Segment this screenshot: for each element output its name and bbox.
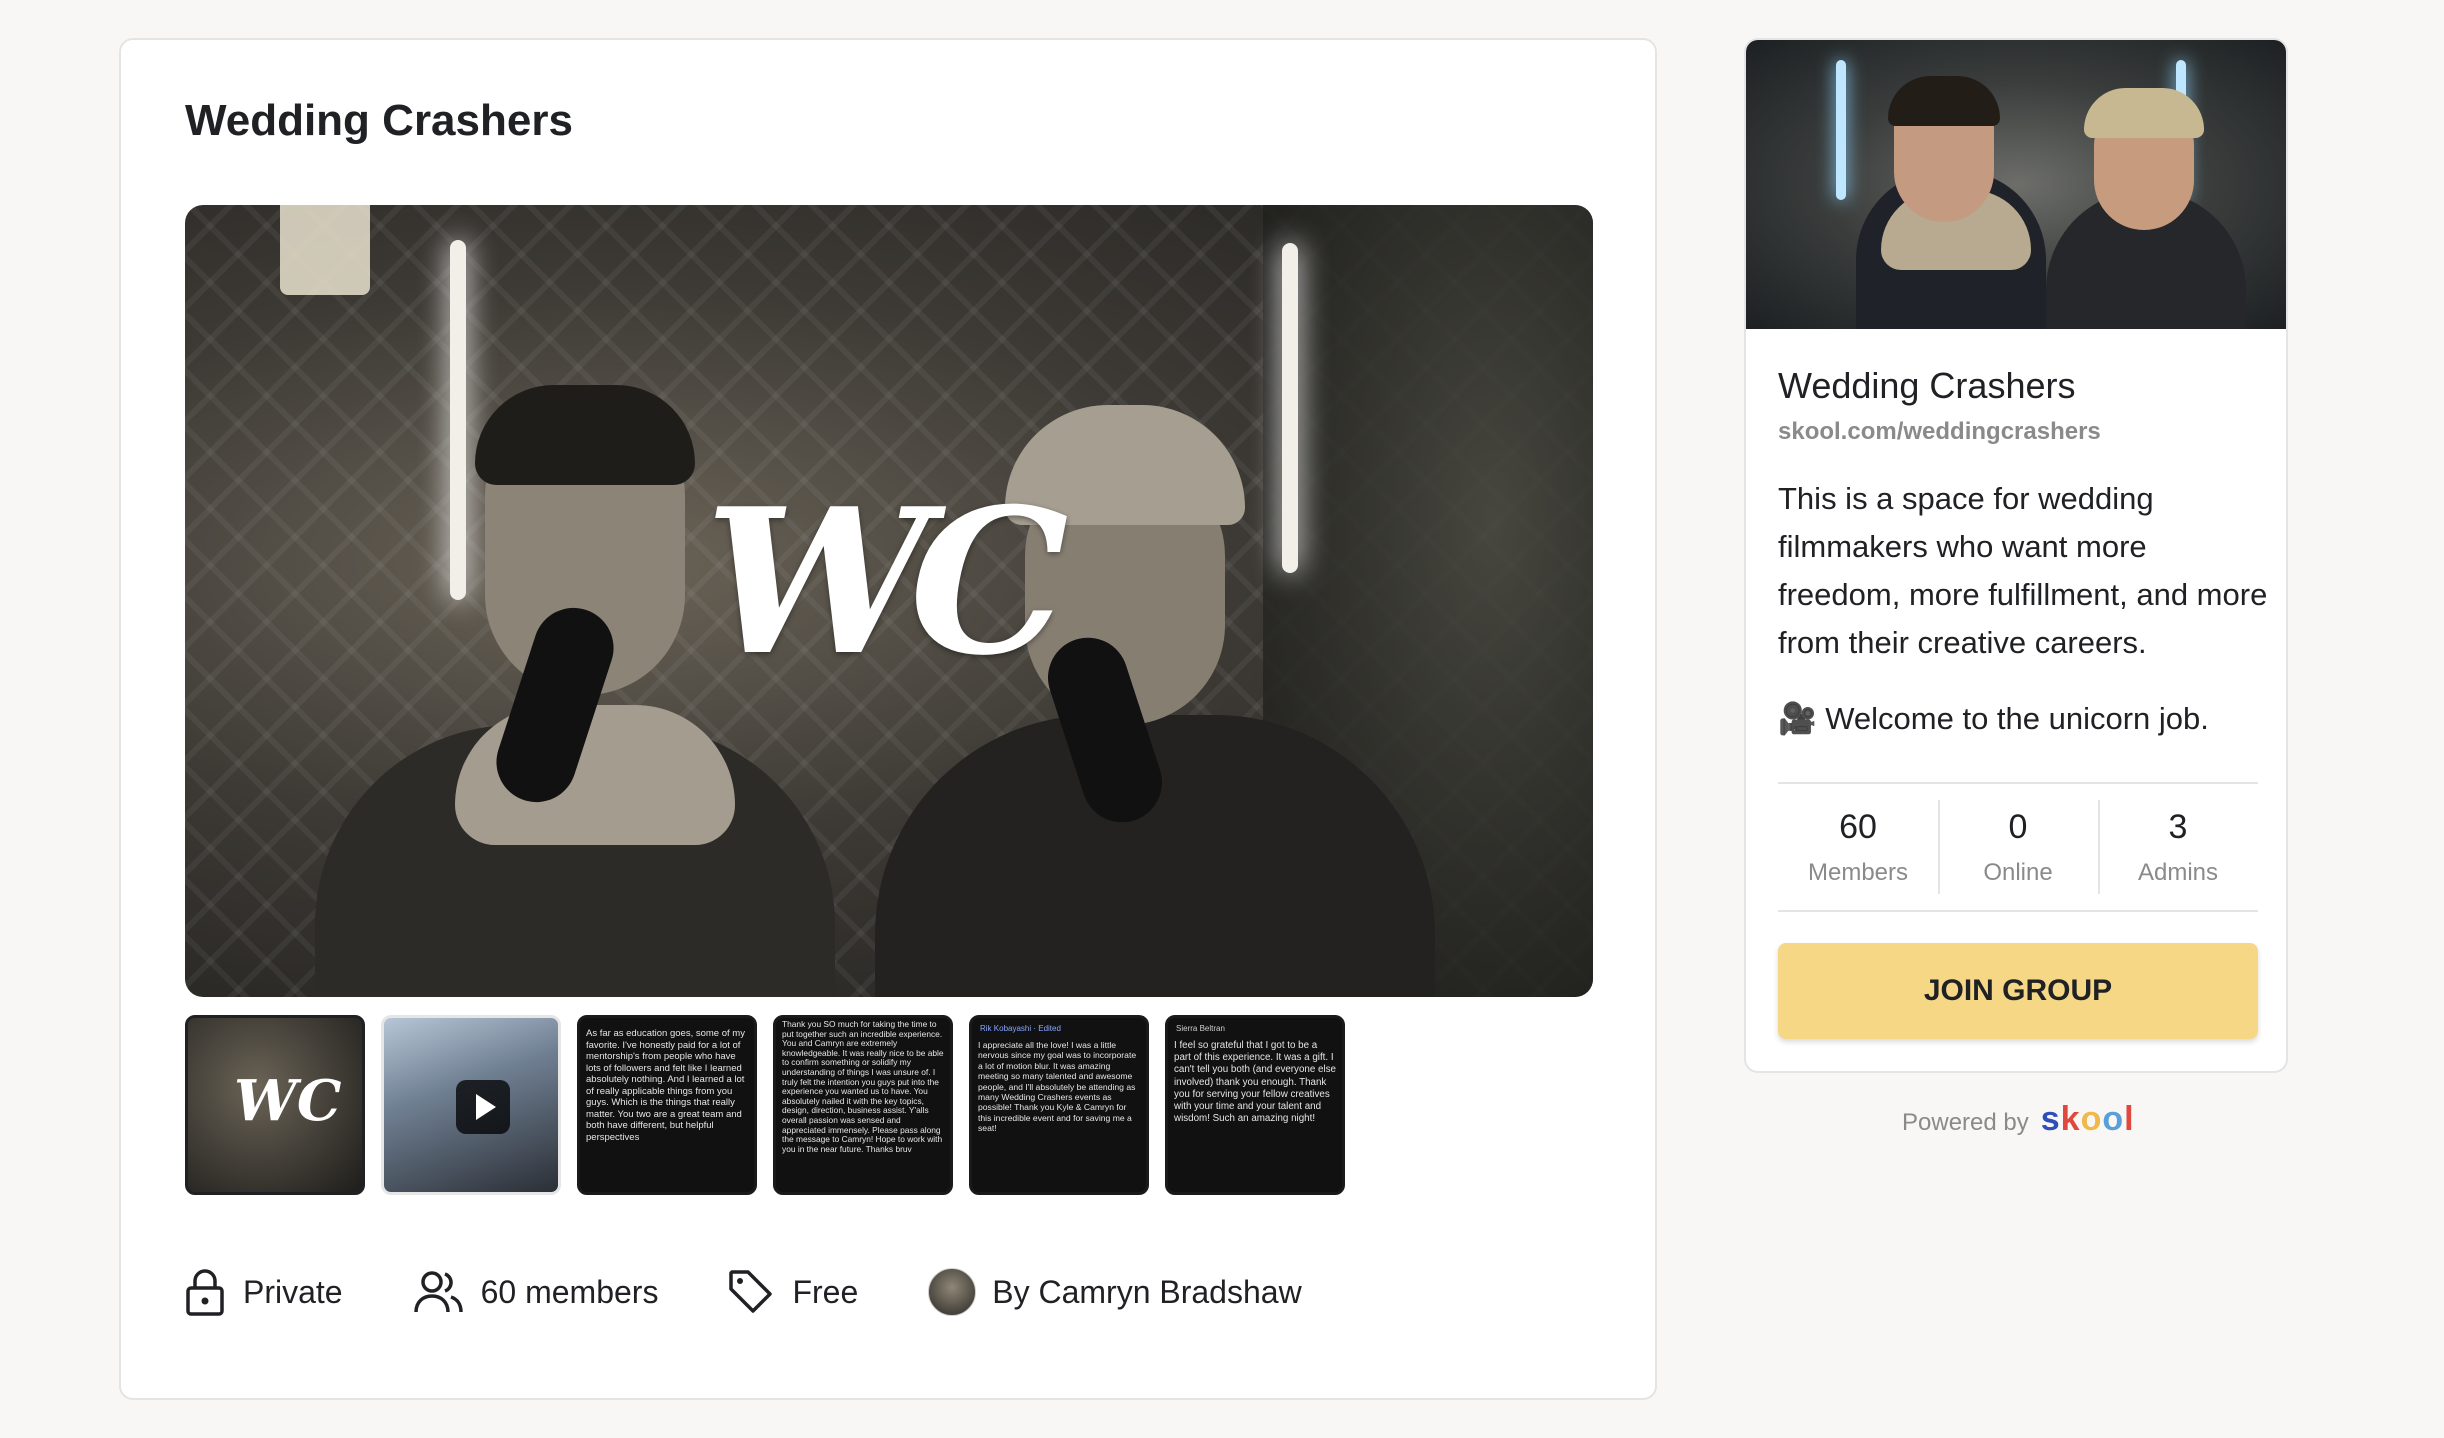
- members-info: 60 members: [413, 1270, 659, 1314]
- thumbnail-3-testimonial[interactable]: As far as education goes, some of my fav…: [577, 1015, 757, 1195]
- author-label: By Camryn Bradshaw: [992, 1273, 1302, 1310]
- group-name: Wedding Crashers: [1778, 365, 2076, 406]
- stat-online: 0 Online: [1938, 784, 2098, 910]
- testimonial-text: Thank you SO much for taking the time to…: [782, 1019, 944, 1154]
- neon-light-left: [450, 240, 466, 600]
- skool-logo[interactable]: skool: [2041, 1100, 2135, 1139]
- thumbnail-4-testimonial[interactable]: Thank you SO much for taking the time to…: [773, 1015, 953, 1195]
- brand-letter: k: [2060, 1100, 2081, 1138]
- brand-letter: o: [2080, 1100, 2103, 1138]
- author-avatar: [928, 1268, 977, 1316]
- author-info[interactable]: By Camryn Bradshaw: [928, 1268, 1302, 1316]
- host-left-hair: [475, 385, 695, 485]
- media-thumbnails: WC As far as education goes, some of my …: [185, 1015, 1345, 1195]
- play-icon: [456, 1080, 510, 1134]
- neon-light-right: [1282, 243, 1298, 573]
- group-cover-image: [1746, 40, 2286, 329]
- stat-value: 0: [2008, 807, 2028, 846]
- powered-by: Powered by skool: [1902, 1100, 2135, 1139]
- stat-value: 3: [2168, 807, 2188, 846]
- members-label: 60 members: [480, 1273, 659, 1310]
- brand-letter: s: [2040, 1100, 2061, 1138]
- group-about-card: Wedding Crashers WC WC As far as educati…: [119, 38, 1657, 1400]
- thumbnail-2-video[interactable]: [381, 1015, 561, 1195]
- users-icon: [413, 1271, 463, 1313]
- thumbnail-1[interactable]: WC: [185, 1015, 365, 1195]
- hero-lamp: [280, 205, 370, 295]
- group-welcome: 🎥 Welcome to the unicorn job.: [1778, 701, 2209, 736]
- group-url[interactable]: skool.com/weddingcrashers: [1778, 418, 2101, 446]
- hero-media[interactable]: WC: [185, 205, 1593, 997]
- stat-members: 60 Members: [1778, 784, 1938, 910]
- privacy-info: Private: [185, 1268, 343, 1316]
- group-description: This is a space for wedding filmmakers w…: [1778, 481, 2268, 660]
- stat-value: 60: [1839, 807, 1877, 846]
- testimonial-text: I appreciate all the love! I was a littl…: [978, 1040, 1137, 1134]
- group-sidebar-card: Wedding Crashers skool.com/weddingcrashe…: [1744, 38, 2288, 1073]
- stat-admins: 3 Admins: [2098, 784, 2258, 910]
- neon-light: [1836, 60, 1846, 200]
- stat-label: Members: [1807, 858, 1909, 886]
- price-info: Free: [728, 1269, 858, 1315]
- group-meta: Private 60 members Free By Camryn Bradsh…: [185, 1268, 1372, 1316]
- testimonial-text: As far as education goes, some of my fav…: [586, 1028, 745, 1143]
- price-label: Free: [792, 1273, 859, 1310]
- tag-icon: [729, 1270, 773, 1313]
- group-stats: 60 Members 0 Online 3 Admins: [1778, 782, 2258, 912]
- testimonial-author: Sierra Beltran: [1176, 1024, 1225, 1033]
- hero-logo: WC: [705, 465, 1069, 700]
- host-right-cap: [2084, 88, 2204, 138]
- testimonial-text: I feel so grateful that I got to be a pa…: [1174, 1040, 1336, 1125]
- powered-by-label: Powered by: [1902, 1109, 2029, 1136]
- thumbnail-logo: WC: [234, 1068, 342, 1134]
- join-group-button[interactable]: JOIN GROUP: [1778, 943, 2258, 1039]
- stat-label: Online: [1983, 858, 2053, 886]
- thumbnail-6-testimonial[interactable]: Sierra Beltran I feel so grateful that I…: [1165, 1015, 1345, 1195]
- brand-letter: o: [2102, 1100, 2125, 1138]
- host-left-hair: [1888, 76, 2000, 126]
- testimonial-author: Rik Kobayashi · Edited: [980, 1024, 1061, 1033]
- stat-label: Admins: [2137, 858, 2219, 886]
- thumbnail-5-testimonial[interactable]: Rik Kobayashi · Edited I appreciate all …: [969, 1015, 1149, 1195]
- lock-icon: [186, 1269, 224, 1316]
- host-left-collar: [455, 705, 735, 845]
- page-title: Wedding Crashers: [185, 96, 573, 145]
- privacy-label: Private: [243, 1273, 343, 1310]
- brand-letter: l: [2124, 1100, 2135, 1138]
